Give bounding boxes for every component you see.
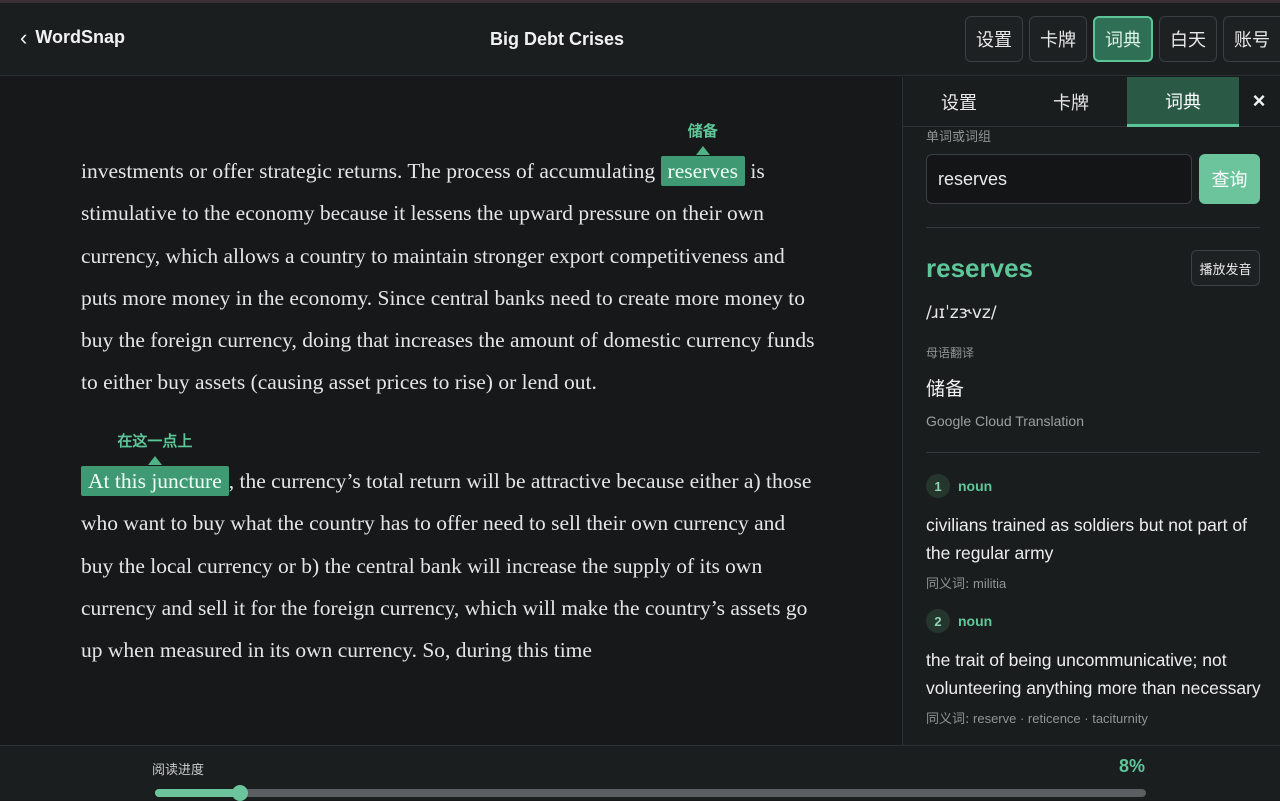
day-mode-button[interactable]: 白天 [1159, 16, 1217, 62]
cards-button[interactable]: 卡牌 [1029, 16, 1087, 62]
tab-dictionary[interactable]: 词典 [1127, 77, 1239, 127]
sense-definition: civilians trained as soldiers but not pa… [926, 515, 1247, 563]
dictionary-panel: 设置 卡牌 词典 × 单词或词组 查询 reserves 播放发音 /ɹɪˈzɝ… [902, 77, 1280, 745]
word-search-input[interactable] [926, 154, 1192, 204]
part-of-speech: noun [958, 613, 993, 629]
headword: reserves [926, 253, 1033, 283]
sense-definition: the trait of being uncommunicative; not … [926, 650, 1261, 698]
sense-synonyms: 同义词: reserve · reticence · taciturnity [926, 708, 1266, 727]
sense-item: 1 noun civilians trained as soldiers but … [926, 474, 1266, 592]
chevron-left-icon: ‹ [20, 24, 28, 50]
gloss-pointer-icon [147, 456, 162, 465]
tab-settings[interactable]: 设置 [903, 77, 1015, 127]
tab-cards[interactable]: 卡牌 [1015, 77, 1127, 127]
synonyms-label: 同义词: [926, 577, 970, 592]
input-label: 单词或词组 [926, 130, 992, 145]
sense-synonyms: 同义词: militia [926, 573, 1266, 592]
progress-fill [155, 789, 241, 797]
paragraph-text: , the currency’s total return will be at… [81, 469, 812, 663]
word-gloss: 储备 [687, 122, 718, 140]
translation-source: Google Cloud Translation [926, 413, 1084, 429]
paragraph-text: is stimulative to the economy because it… [81, 159, 815, 395]
highlighted-word-reserves[interactable]: 储备 reserves [660, 122, 745, 186]
play-pronunciation-button[interactable]: 播放发音 [1191, 250, 1260, 286]
phonetic-transcription: /ɹɪˈzɝvz/ [926, 303, 997, 323]
top-toolbar: 设置 卡牌 词典 白天 账号 [959, 16, 1280, 62]
progress-label: 阅读进度 [152, 763, 205, 778]
synonyms-list: militia [973, 576, 1007, 591]
sense-number: 1 [926, 474, 950, 498]
account-button[interactable]: 账号 [1223, 16, 1280, 62]
progress-slider[interactable] [155, 785, 1146, 801]
gloss-pointer-icon [695, 146, 710, 155]
book-title: Big Debt Crises [489, 29, 625, 49]
paragraph-1: investments or offer strategic returns. … [81, 122, 821, 404]
dictionary-button[interactable]: 词典 [1093, 16, 1153, 62]
query-button[interactable]: 查询 [1199, 154, 1260, 204]
native-translation-label: 母语翻译 [926, 346, 975, 360]
divider [926, 452, 1260, 453]
divider [926, 227, 1260, 228]
back-label: WordSnap [35, 27, 125, 47]
paragraph-text: investments or offer strategic returns. … [81, 159, 661, 183]
phrase-gloss: 在这一点上 [117, 432, 193, 450]
paragraph-2: 在这一点上 At this juncture, the currency’s to… [81, 432, 821, 671]
highlight-text: reserves [667, 159, 738, 183]
part-of-speech: noun [958, 478, 993, 494]
app-header: ‹ WordSnap Big Debt Crises 设置 卡牌 词典 白天 账… [0, 3, 1280, 76]
progress-slider-thumb[interactable] [232, 785, 249, 801]
highlighted-phrase-at-this-juncture[interactable]: 在这一点上 At this juncture [81, 432, 229, 496]
settings-button[interactable]: 设置 [965, 16, 1023, 62]
synonyms-list: reserve · reticence · taciturnity [973, 711, 1148, 726]
close-icon[interactable]: × [1248, 88, 1270, 113]
sense-number: 2 [926, 609, 950, 633]
reading-area: investments or offer strategic returns. … [0, 77, 902, 745]
synonyms-label: 同义词: [926, 712, 970, 727]
native-translation: 储备 [926, 378, 965, 400]
panel-tabs: 设置 卡牌 词典 [903, 77, 1280, 127]
sense-item: 2 noun the trait of being uncommunicative… [926, 609, 1266, 727]
highlight-text: At this juncture [88, 469, 222, 493]
back-button[interactable]: ‹ WordSnap [20, 24, 125, 50]
progress-percent: 8% [1118, 756, 1145, 776]
reading-progress-bar: 阅读进度 8% [0, 745, 1280, 801]
